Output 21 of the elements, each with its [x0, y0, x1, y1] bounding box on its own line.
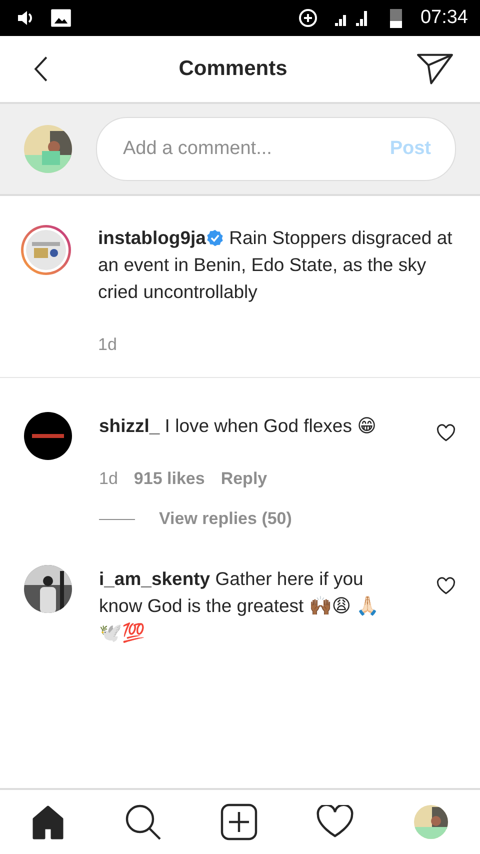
heart-icon[interactable]	[436, 424, 456, 442]
data-saver-icon	[298, 8, 318, 28]
back-icon[interactable]	[32, 55, 50, 83]
add-post-icon[interactable]	[220, 803, 258, 841]
battery-icon	[390, 7, 402, 29]
likes-count: 915 likes	[134, 469, 205, 489]
image-icon	[50, 7, 72, 29]
reply-button[interactable]: Reply	[220, 469, 268, 489]
caption-time: 1d	[98, 335, 117, 355]
heart-icon[interactable]	[436, 577, 456, 595]
comment-text: shizzl_ I love when God flexes 😁	[99, 414, 378, 438]
send-icon[interactable]	[416, 53, 454, 85]
heart-icon[interactable]	[316, 805, 354, 839]
status-time: 07:34	[420, 7, 468, 29]
comment-time: 1d	[99, 469, 118, 489]
screen-title: Comments	[178, 57, 288, 81]
search-icon[interactable]	[124, 803, 162, 841]
comment-text: i_am_skenty Gather here if you know God is the greatest 🙌🏾😩 🙏🏻🕊💯	[99, 567, 380, 645]
home-icon[interactable]	[30, 804, 66, 840]
view-replies-button[interactable]: View replies (50)	[159, 509, 292, 529]
caption-text: instablog9ja Rain Stoppers disgraced at an event in Benin, Edo State, as the sky cried uncontrollably	[98, 226, 454, 304]
